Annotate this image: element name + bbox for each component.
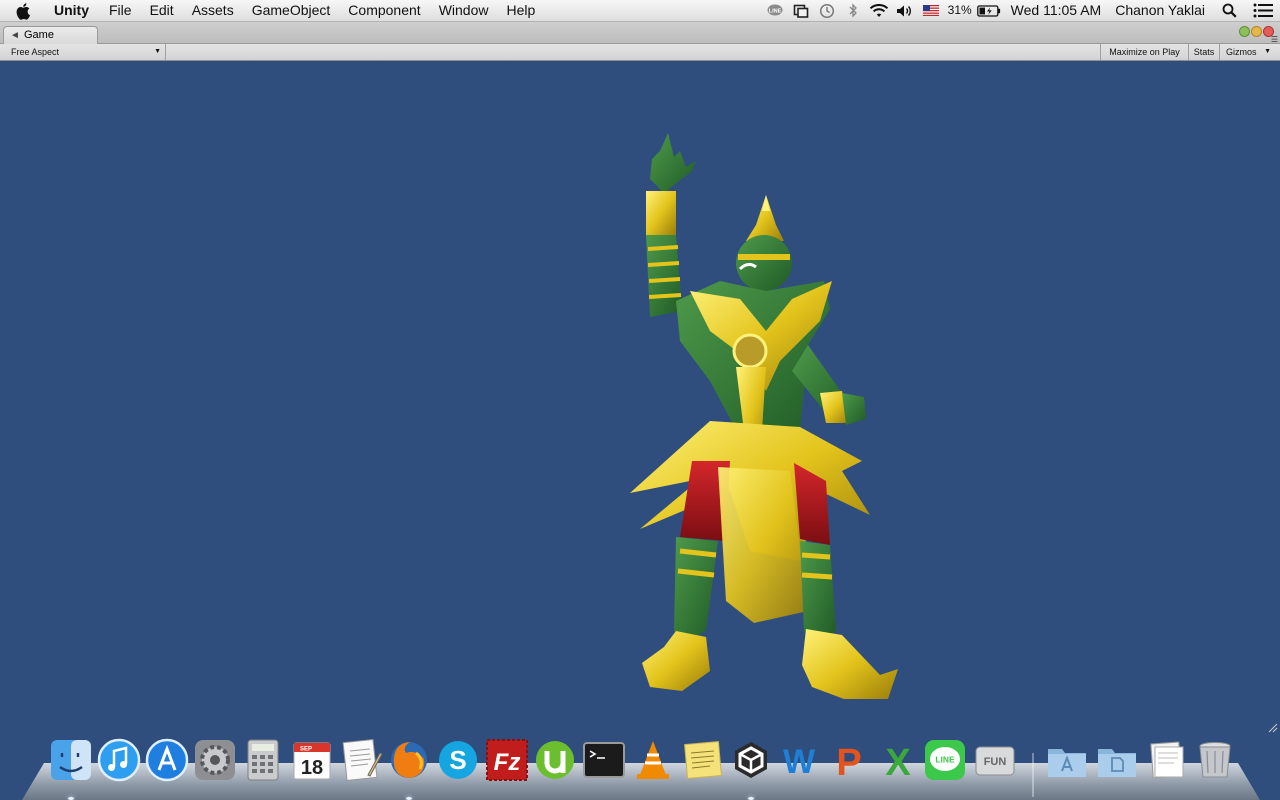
clock[interactable]: Wed 11:05 AM	[1004, 0, 1109, 21]
menu-component[interactable]: Component	[339, 0, 429, 21]
volume-icon[interactable]	[892, 0, 918, 21]
menu-assets[interactable]: Assets	[183, 0, 243, 21]
apple-menu-icon[interactable]	[0, 0, 48, 21]
time-machine-icon[interactable]	[814, 0, 840, 21]
thai-giant-character	[630, 133, 898, 699]
menu-file[interactable]: File	[100, 0, 141, 21]
excel-icon[interactable]: X	[875, 737, 921, 783]
bluetooth-icon[interactable]	[840, 0, 866, 21]
menu-gameobject[interactable]: GameObject	[243, 0, 340, 21]
fun-drive-icon[interactable]: FUN	[972, 737, 1018, 783]
svg-text:X: X	[885, 742, 911, 783]
game-viewport[interactable]	[0, 61, 1280, 735]
gizmos-label: Gizmos	[1226, 47, 1257, 57]
minimize-window-button[interactable]	[1239, 26, 1250, 37]
finder-icon[interactable]	[48, 737, 94, 783]
app-store-icon[interactable]	[144, 737, 190, 783]
menu-window[interactable]: Window	[430, 0, 498, 21]
menu-edit[interactable]: Edit	[141, 0, 183, 21]
textedit-icon[interactable]	[338, 737, 384, 783]
stats-toggle[interactable]: Stats	[1188, 44, 1219, 60]
calendar-icon[interactable]: SEP 18	[289, 737, 335, 783]
tab-game[interactable]: ◄ Game	[3, 26, 98, 44]
filezilla-icon[interactable]: Fz	[484, 737, 530, 783]
terminal-icon[interactable]	[581, 737, 627, 783]
svg-text:S: S	[449, 745, 466, 775]
wifi-icon[interactable]	[866, 0, 892, 21]
maximize-on-play-toggle[interactable]: Maximize on Play	[1100, 44, 1188, 60]
gizmos-dropdown[interactable]: Gizmos ▼	[1219, 44, 1274, 60]
resize-grip-icon[interactable]	[1268, 723, 1278, 733]
calendar-month: SEP	[300, 747, 312, 753]
aspect-ratio-value: Free Aspect	[11, 47, 60, 57]
itunes-icon[interactable]	[96, 737, 142, 783]
menu-help[interactable]: Help	[497, 0, 544, 21]
applications-folder-icon[interactable]	[1044, 737, 1090, 783]
editor-tab-bar: ◄ Game ☰	[0, 22, 1280, 44]
svg-text:FUN: FUN	[984, 756, 1007, 768]
game-view-icon: ◄	[10, 30, 20, 41]
window-icon[interactable]	[788, 0, 814, 21]
chevron-down-icon: ▼	[154, 48, 161, 55]
line-icon[interactable]: LINE	[762, 0, 788, 21]
firefox-icon[interactable]	[386, 737, 432, 783]
calendar-date: 18	[301, 757, 323, 779]
dock: SEP 18 S Fz W P X LINE FUN	[0, 733, 1280, 800]
calculator-icon[interactable]	[240, 737, 286, 783]
battery-icon[interactable]	[974, 0, 1004, 21]
utorrent-icon[interactable]	[532, 737, 578, 783]
user-name[interactable]: Chanon Yaklai	[1108, 0, 1212, 21]
game-view-toolbar: Free Aspect ▼ Maximize on Play Stats Giz…	[0, 44, 1280, 61]
word-icon[interactable]: W	[776, 737, 822, 783]
us-flag-icon[interactable]	[918, 0, 944, 21]
downloads-stack-icon[interactable]	[1144, 737, 1190, 783]
stickies-icon[interactable]	[680, 737, 726, 783]
powerpoint-icon[interactable]: P	[826, 737, 872, 783]
chevron-down-icon: ▼	[1264, 48, 1271, 55]
system-preferences-icon[interactable]	[192, 737, 238, 783]
menu-app-name[interactable]: Unity	[48, 0, 100, 21]
svg-text:P: P	[836, 742, 861, 783]
aspect-ratio-dropdown[interactable]: Free Aspect ▼	[6, 44, 166, 60]
skype-icon[interactable]: S	[435, 737, 481, 783]
line-app-icon[interactable]: LINE	[922, 737, 968, 783]
zoom-window-button[interactable]	[1251, 26, 1262, 37]
documents-folder-icon[interactable]	[1094, 737, 1140, 783]
svg-text:LINE: LINE	[768, 8, 781, 14]
battery-percentage: 31%	[947, 3, 972, 17]
dock-divider	[1032, 753, 1034, 797]
spotlight-search-icon[interactable]	[1212, 0, 1246, 21]
trash-icon[interactable]	[1192, 737, 1238, 783]
tab-game-label: Game	[24, 29, 54, 41]
svg-text:Fz: Fz	[494, 749, 521, 776]
notification-center-icon[interactable]	[1246, 0, 1280, 21]
menu-bar: Unity File Edit Assets GameObject Compon…	[0, 0, 1280, 22]
vlc-icon[interactable]	[630, 737, 676, 783]
tab-menu-icon[interactable]: ☰	[1271, 35, 1278, 44]
svg-text:LINE: LINE	[935, 755, 955, 765]
unity-icon[interactable]	[728, 737, 774, 783]
svg-text:W: W	[783, 743, 816, 781]
